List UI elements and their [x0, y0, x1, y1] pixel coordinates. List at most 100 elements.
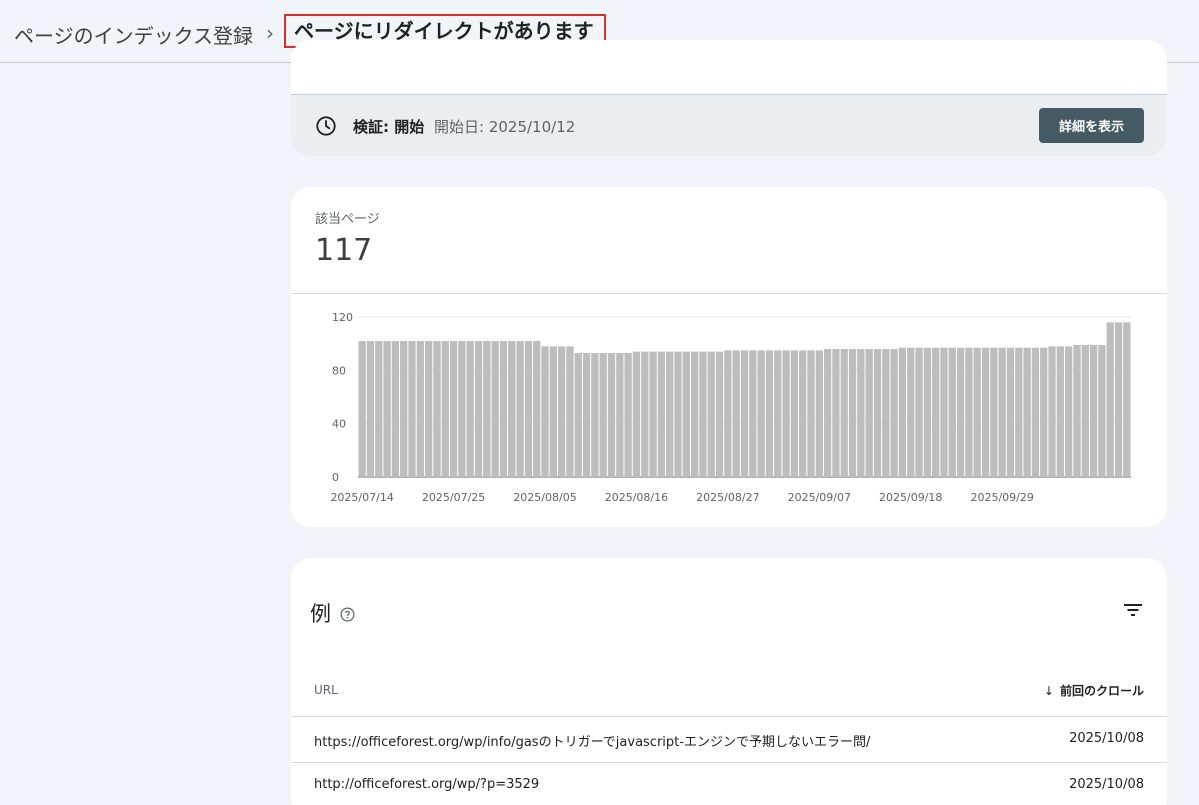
- chart-bar: [557, 346, 566, 477]
- chart-bar: [940, 347, 948, 477]
- x-tick-label: 2025/07/25: [422, 491, 485, 504]
- chart-bar: [491, 341, 499, 477]
- x-tick-label: 2025/08/16: [605, 491, 668, 504]
- y-tick-label: 0: [332, 471, 339, 484]
- clock-icon: [316, 116, 336, 136]
- chart-bar: [848, 349, 857, 477]
- chart-bar: [641, 351, 649, 477]
- column-header-url[interactable]: URL: [314, 683, 338, 697]
- sort-arrow-down-icon: ↓: [1043, 684, 1054, 698]
- chart-bar: [707, 351, 715, 477]
- chart-bar: [408, 341, 416, 477]
- chart-card: 該当ページ 117 0 40 80 120 2025/07/14 2025/07/25 20…: [291, 187, 1167, 527]
- column-header-last-crawl[interactable]: ↓ 前回のクロール: [1044, 682, 1144, 699]
- chart-bar: [981, 347, 990, 477]
- chart-bar: [483, 341, 491, 477]
- chart-bar: [1081, 345, 1089, 477]
- chart-bar: [449, 341, 458, 477]
- metric-value: 117: [315, 233, 373, 268]
- chart-bar: [424, 341, 433, 477]
- chart-bar: [998, 347, 1006, 477]
- table-row[interactable]: https://officeforest.org/wp/info/gasのトリガ…: [291, 716, 1167, 762]
- show-details-button[interactable]: 詳細を表示: [1039, 108, 1144, 143]
- chart-bar: [441, 341, 449, 477]
- chart-bar: [599, 353, 607, 477]
- chart-bar: [1073, 345, 1081, 477]
- chart-bar: [948, 347, 956, 477]
- chart-bar: [1089, 345, 1098, 477]
- chart-bar: [566, 346, 574, 477]
- chart-bar: [699, 351, 707, 477]
- validation-bar: 検証: 開始 開始日: 2025/10/12 詳細を表示: [291, 95, 1167, 156]
- chart-bar: [956, 347, 965, 477]
- chart-bar: [366, 341, 375, 477]
- breadcrumb-parent-link[interactable]: ページのインデックス登録: [14, 20, 253, 49]
- chart-bar: [1006, 347, 1015, 477]
- x-tick-label: 2025/08/05: [513, 491, 576, 504]
- chart-bar: [666, 351, 674, 477]
- help-circle-icon[interactable]: [340, 607, 355, 622]
- chart-bar: [591, 353, 599, 477]
- chart-bar: [690, 351, 699, 477]
- table-row[interactable]: http://officeforest.org/wp/?p=3529 2025/…: [291, 762, 1167, 805]
- chart-bar: [549, 346, 557, 477]
- chart-bar: [882, 349, 890, 477]
- chart-bar: [782, 350, 790, 477]
- examples-title: 例: [310, 602, 331, 626]
- chart-bar: [416, 341, 424, 477]
- chart-bar: [574, 353, 582, 477]
- chart-bar: [1056, 346, 1065, 477]
- chart-bar: [524, 341, 533, 477]
- chart-bar: [383, 341, 391, 477]
- chart-bar: [840, 349, 848, 477]
- chart-bar: [898, 347, 907, 477]
- chart-bar: [582, 353, 591, 477]
- chart-bar: [1065, 346, 1073, 477]
- chart-bar: [774, 350, 782, 477]
- chart-bar: [740, 350, 749, 477]
- chart-bar: [682, 351, 690, 477]
- pages-bar-chart: 0 40 80 120 2025/07/14 2025/07/25 2025/08/05 20…: [330, 311, 1131, 504]
- examples-card: 例 URL ↓ 前回のクロール https://officeforest.org/…: [291, 558, 1167, 805]
- chart-bar: [724, 350, 732, 477]
- chart-bar: [765, 350, 774, 477]
- row-date: 2025/10/08: [1069, 731, 1144, 746]
- chart-bar: [815, 350, 823, 477]
- chart-bar: [857, 349, 865, 477]
- chart-bar: [823, 349, 832, 477]
- chart-bar: [807, 350, 815, 477]
- chart-bar: [732, 350, 740, 477]
- chart-bar: [715, 351, 724, 477]
- metric-label: 該当ページ: [315, 212, 380, 227]
- chart-bar: [923, 347, 932, 477]
- row-url: http://officeforest.org/wp/?p=3529: [314, 777, 540, 792]
- row-url: https://officeforest.org/wp/info/gasのトリガ…: [314, 735, 871, 750]
- chart-bar: [516, 341, 524, 477]
- x-tick-label: 2025/08/27: [696, 491, 759, 504]
- validation-status-label: 検証: 開始: [353, 118, 425, 136]
- chart-bar: [865, 349, 873, 477]
- chart-bar: [508, 341, 516, 477]
- breadcrumb-separator-icon: ›: [266, 21, 274, 45]
- chart-bar: [749, 350, 757, 477]
- chart-bar: [649, 351, 657, 477]
- y-tick-label: 80: [332, 364, 346, 377]
- chart-bar: [965, 347, 973, 477]
- chart-bar: [607, 353, 616, 477]
- filter-icon[interactable]: [1123, 602, 1143, 618]
- chart-bar: [458, 341, 466, 477]
- chart-bar: [1048, 346, 1056, 477]
- x-tick-label: 2025/09/07: [788, 491, 851, 504]
- chart-bar: [757, 350, 765, 477]
- chart-bar: [391, 341, 400, 477]
- row-date: 2025/10/08: [1069, 777, 1144, 792]
- chart-bar: [624, 353, 632, 477]
- x-tick-label: 2025/09/29: [970, 491, 1033, 504]
- chart-bar: [632, 351, 641, 477]
- validation-start-date: 開始日: 2025/10/12: [434, 118, 576, 136]
- chart-bar: [1123, 322, 1131, 477]
- chart-bar: [358, 341, 366, 477]
- chart-bar: [907, 347, 915, 477]
- chart-bar: [832, 349, 840, 477]
- chart-bar: [541, 346, 549, 477]
